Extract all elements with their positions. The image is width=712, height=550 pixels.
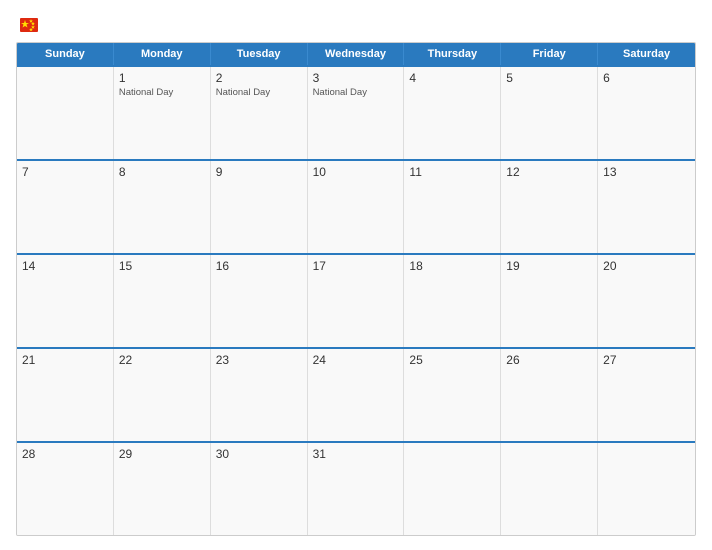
logo [16,14,40,36]
calendar-page: SundayMondayTuesdayWednesdayThursdayFrid… [0,0,712,550]
calendar-week-3: 14 15 16 17 18 19 20 [17,253,695,347]
calendar-cell: 28 [17,443,114,535]
calendar-cell [598,443,695,535]
calendar-cell: 10 [308,161,405,253]
calendar-cell: 4 [404,67,501,159]
day-number: 28 [22,447,108,461]
day-number: 30 [216,447,302,461]
calendar-cell: 2 National Day [211,67,308,159]
calendar-cell: 22 [114,349,211,441]
calendar-cell [404,443,501,535]
day-number: 13 [603,165,690,179]
calendar-cell: 27 [598,349,695,441]
calendar-cell: 11 [404,161,501,253]
calendar-cell: 23 [211,349,308,441]
day-number: 26 [506,353,592,367]
calendar-cell: 31 [308,443,405,535]
calendar-cell: 14 [17,255,114,347]
calendar-cell: 24 [308,349,405,441]
flag-icon [18,14,40,36]
calendar-cell: 7 [17,161,114,253]
day-number: 14 [22,259,108,273]
calendar-cell: 6 [598,67,695,159]
day-number: 15 [119,259,205,273]
day-number: 1 [119,71,205,85]
header-day-friday: Friday [501,43,598,65]
day-number: 29 [119,447,205,461]
day-number: 2 [216,71,302,85]
calendar-cell: 21 [17,349,114,441]
calendar-cell [17,67,114,159]
day-event: National Day [216,87,302,99]
day-number: 3 [313,71,399,85]
calendar-grid: SundayMondayTuesdayWednesdayThursdayFrid… [16,42,696,536]
header-day-thursday: Thursday [404,43,501,65]
header-day-monday: Monday [114,43,211,65]
calendar-cell: 17 [308,255,405,347]
calendar-week-5: 28 29 30 31 [17,441,695,535]
day-number: 8 [119,165,205,179]
calendar-cell: 25 [404,349,501,441]
day-number: 4 [409,71,495,85]
day-number: 31 [313,447,399,461]
calendar-cell: 3 National Day [308,67,405,159]
day-number: 12 [506,165,592,179]
calendar-week-1: 1 National Day 2 National Day 3 National Day 4… [17,65,695,159]
calendar-cell: 16 [211,255,308,347]
day-number: 22 [119,353,205,367]
calendar-cell: 1 National Day [114,67,211,159]
calendar-week-4: 21 22 23 24 25 26 27 [17,347,695,441]
calendar-cell: 18 [404,255,501,347]
day-number: 20 [603,259,690,273]
day-event: National Day [313,87,399,99]
calendar-cell: 26 [501,349,598,441]
calendar-cell: 29 [114,443,211,535]
day-number: 27 [603,353,690,367]
calendar-body: 1 National Day 2 National Day 3 National Day 4… [17,65,695,535]
header-day-sunday: Sunday [17,43,114,65]
day-number: 17 [313,259,399,273]
header-day-tuesday: Tuesday [211,43,308,65]
calendar-week-2: 789 10 11 12 13 [17,159,695,253]
calendar-cell: 15 [114,255,211,347]
calendar-cell: 20 [598,255,695,347]
day-number: 7 [22,165,108,179]
day-number: 11 [409,165,495,179]
calendar-cell: 5 [501,67,598,159]
header-day-saturday: Saturday [598,43,695,65]
day-number: 10 [313,165,399,179]
day-number: 16 [216,259,302,273]
day-number: 23 [216,353,302,367]
day-number: 18 [409,259,495,273]
calendar-cell: 13 [598,161,695,253]
day-number: 19 [506,259,592,273]
day-number: 24 [313,353,399,367]
calendar-cell: 19 [501,255,598,347]
day-number: 9 [216,165,302,179]
day-event: National Day [119,87,205,99]
calendar-cell: 9 [211,161,308,253]
header-day-wednesday: Wednesday [308,43,405,65]
calendar-header-row: SundayMondayTuesdayWednesdayThursdayFrid… [17,43,695,65]
calendar-cell: 30 [211,443,308,535]
day-number: 25 [409,353,495,367]
day-number: 6 [603,71,690,85]
calendar-cell: 8 [114,161,211,253]
page-header [16,14,696,36]
calendar-cell [501,443,598,535]
calendar-cell: 12 [501,161,598,253]
day-number: 21 [22,353,108,367]
day-number: 5 [506,71,592,85]
